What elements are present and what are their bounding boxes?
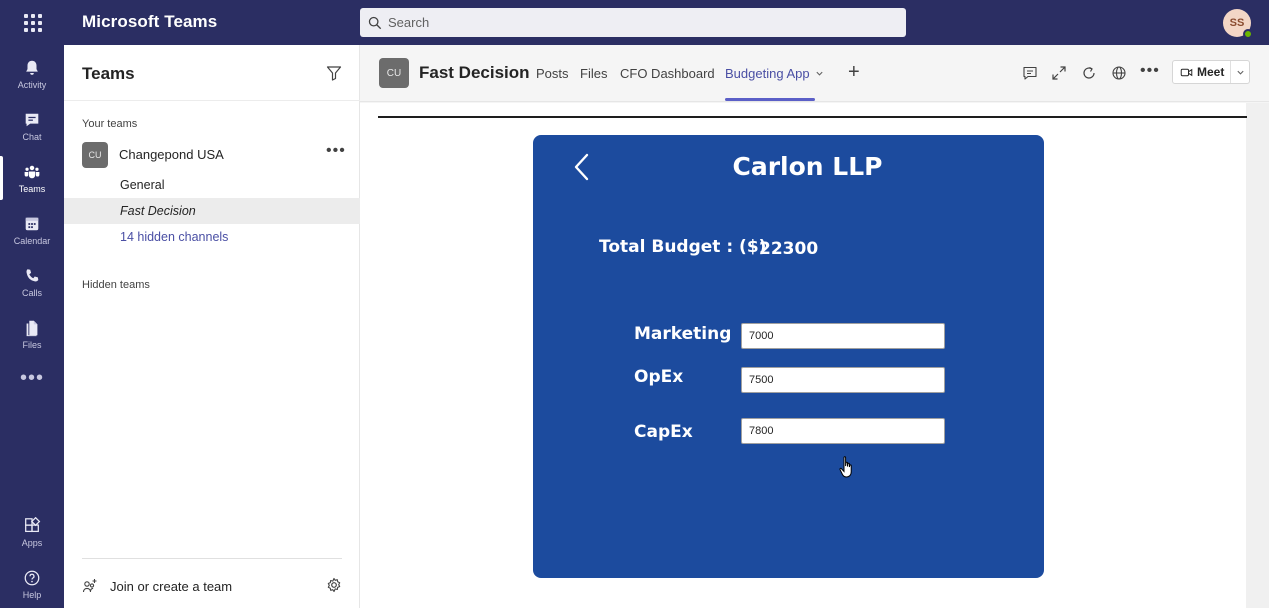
hidden-channels-link[interactable]: 14 hidden channels — [64, 224, 360, 250]
capex-input[interactable] — [741, 418, 945, 444]
join-or-create-team-button[interactable]: Join or create a team — [82, 575, 342, 597]
total-budget-label: Total Budget : ($) — [599, 237, 767, 257]
app-title: Microsoft Teams — [82, 12, 218, 31]
marketing-label: Marketing — [634, 324, 732, 344]
app-rail: Activity Chat Teams Calendar Calls Files… — [0, 45, 64, 608]
teams-panel: Teams Your teams CU Changepond USA ••• G… — [64, 45, 360, 608]
add-team-icon — [82, 579, 97, 593]
rail-label: Chat — [22, 131, 42, 142]
channel-general[interactable]: General — [64, 172, 360, 198]
avatar[interactable]: SS — [1223, 9, 1253, 39]
search-input[interactable] — [388, 15, 868, 30]
tab-budgeting-app[interactable]: Budgeting App — [725, 66, 824, 81]
rail-item-chat[interactable]: Chat — [0, 100, 64, 152]
channel-fast-decision[interactable]: Fast Decision — [64, 198, 360, 224]
active-tab-indicator — [725, 98, 815, 101]
bell-icon — [26, 60, 38, 75]
calendar-icon — [25, 217, 39, 230]
file-icon — [26, 320, 38, 336]
total-budget-value: 22300 — [759, 239, 819, 259]
rail-label: Teams — [18, 183, 46, 194]
budgeting-app-screen: Carlon LLP Total Budget : ($) 22300 Mark… — [533, 135, 1044, 578]
channel-header: CU Fast Decision Posts Files CFO Dashboa… — [360, 45, 1269, 102]
chevron-down-icon — [1236, 70, 1244, 75]
app-launcher-icon[interactable] — [22, 12, 44, 34]
teams-icon — [24, 165, 40, 178]
search-icon — [368, 16, 382, 29]
tab-posts[interactable]: Posts — [536, 66, 569, 81]
apps-icon — [25, 516, 41, 532]
divider — [82, 558, 342, 559]
rail-item-activity[interactable]: Activity — [0, 48, 64, 100]
chat-icon — [25, 113, 39, 126]
rail-item-calendar[interactable]: Calendar — [0, 204, 64, 256]
opex-input[interactable] — [741, 367, 945, 393]
more-apps-icon[interactable]: ••• — [0, 368, 64, 395]
team-changepond-usa[interactable]: CU Changepond USA ••• — [64, 140, 360, 170]
more-options-icon[interactable]: ••• — [1140, 62, 1160, 80]
content-scroll-track — [1246, 103, 1269, 608]
team-more-options-icon[interactable]: ••• — [326, 142, 346, 160]
team-name: Changepond USA — [119, 147, 224, 162]
rail-label: Apps — [21, 537, 43, 548]
meet-label: Meet — [1197, 65, 1225, 79]
search-box[interactable] — [360, 8, 906, 37]
rail-item-teams[interactable]: Teams — [0, 152, 64, 204]
opex-label: OpEx — [634, 367, 684, 387]
rail-item-apps[interactable]: Apps — [0, 506, 64, 558]
gear-icon[interactable] — [326, 577, 342, 593]
globe-icon[interactable] — [1111, 65, 1127, 81]
divider — [64, 100, 360, 101]
filter-icon[interactable] — [326, 65, 342, 81]
team-avatar: CU — [82, 142, 108, 168]
phone-icon — [26, 268, 39, 281]
rail-label: Activity — [17, 79, 47, 90]
title-bar: Microsoft Teams SS — [0, 0, 1269, 45]
marketing-input[interactable] — [741, 323, 945, 349]
capex-label: CapEx — [634, 422, 693, 442]
meet-button[interactable]: Meet — [1172, 60, 1250, 84]
presence-available-icon — [1243, 29, 1253, 39]
expand-icon[interactable] — [1051, 65, 1067, 81]
refresh-icon[interactable] — [1081, 65, 1097, 81]
channel-title: Fast Decision — [419, 63, 530, 82]
tab-files[interactable]: Files — [580, 66, 607, 81]
your-teams-label: Your teams — [82, 118, 138, 130]
rail-item-files[interactable]: Files — [0, 308, 64, 360]
channel-team-avatar: CU — [379, 58, 409, 88]
meet-dropdown-toggle[interactable] — [1231, 68, 1249, 77]
video-camera-icon — [1180, 68, 1193, 76]
meet-now-button[interactable]: Meet — [1173, 61, 1231, 83]
panel-title: Teams — [82, 64, 135, 83]
add-tab-button[interactable]: + — [848, 61, 860, 84]
rail-item-calls[interactable]: Calls — [0, 256, 64, 308]
join-label: Join or create a team — [110, 578, 233, 594]
chevron-down-icon — [816, 71, 823, 76]
tab-cfo-dashboard[interactable]: CFO Dashboard — [620, 66, 715, 81]
help-icon — [24, 570, 40, 585]
company-title: Carlon LLP — [732, 152, 883, 181]
rail-item-help[interactable]: Help — [0, 558, 64, 608]
rail-label: Files — [22, 339, 42, 350]
rail-label: Help — [22, 589, 42, 600]
app-frame-border — [378, 116, 1247, 118]
tab-label: Budgeting App — [725, 66, 810, 81]
rail-label: Calendar — [13, 235, 51, 246]
rail-label: Calls — [21, 287, 42, 298]
hidden-teams-label[interactable]: Hidden teams — [82, 279, 150, 291]
conversation-icon[interactable] — [1022, 65, 1038, 81]
avatar-initials: SS — [1229, 17, 1245, 29]
